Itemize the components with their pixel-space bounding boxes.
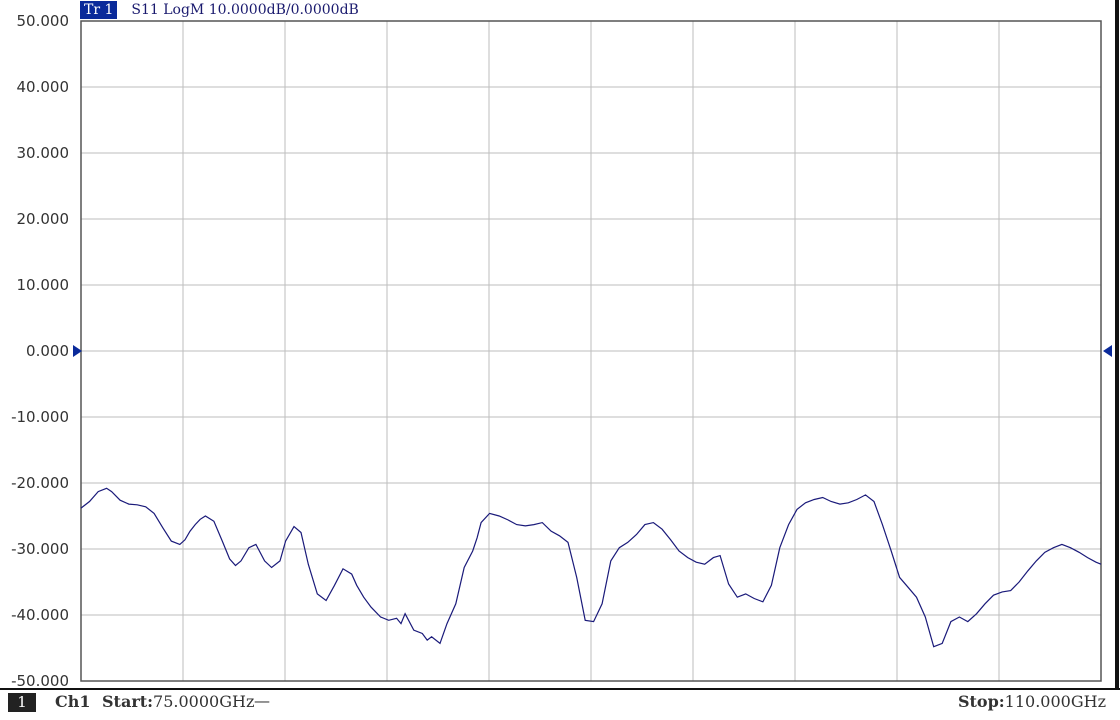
channel-number[interactable]: 1	[8, 693, 36, 712]
plot-area: 50.000 40.000 30.000 20.000 10.000 0.000 -10.0…	[11, 0, 1119, 690]
y-tick-label: 50.000	[17, 12, 70, 30]
y-tick-label: 10.000	[17, 276, 70, 294]
trace-title[interactable]: Tr 1 S11 LogM 10.0000dB/0.0000dB	[80, 1, 359, 19]
trace-badge[interactable]: Tr 1	[80, 1, 118, 19]
trace-info: S11 LogM 10.0000dB/0.0000dB	[131, 2, 359, 18]
reference-marker-right[interactable]	[1103, 345, 1112, 357]
y-tick-label: 40.000	[17, 78, 70, 96]
grid	[80, 0, 1119, 688]
stop-label: Stop:	[957, 692, 1005, 711]
start-frequency[interactable]: Start:75.0000GHz	[102, 692, 254, 711]
stop-value: 110.000GHz	[1004, 692, 1106, 711]
y-tick-label: -10.000	[11, 408, 69, 426]
y-tick-label: -20.000	[11, 474, 69, 492]
y-tick-label: 30.000	[17, 144, 70, 162]
y-tick-labels: 50.000 40.000 30.000 20.000 10.000 0.000 -10.0…	[11, 12, 69, 690]
stop-frequency[interactable]: Stop:110.000GHz	[958, 692, 1106, 711]
y-tick-label: -30.000	[11, 540, 69, 558]
start-label: Start:	[102, 692, 154, 711]
channel-name[interactable]: Ch1	[55, 692, 91, 711]
start-dash: —	[254, 691, 270, 710]
y-tick-label: 0.000	[26, 342, 69, 360]
start-value: 75.0000GHz	[153, 692, 255, 711]
channel-status-bar: 1 Ch1 Start:75.0000GHz — Stop:110.000GHz	[0, 688, 1120, 720]
y-tick-label: -40.000	[11, 606, 69, 624]
y-tick-label: 20.000	[17, 210, 70, 228]
